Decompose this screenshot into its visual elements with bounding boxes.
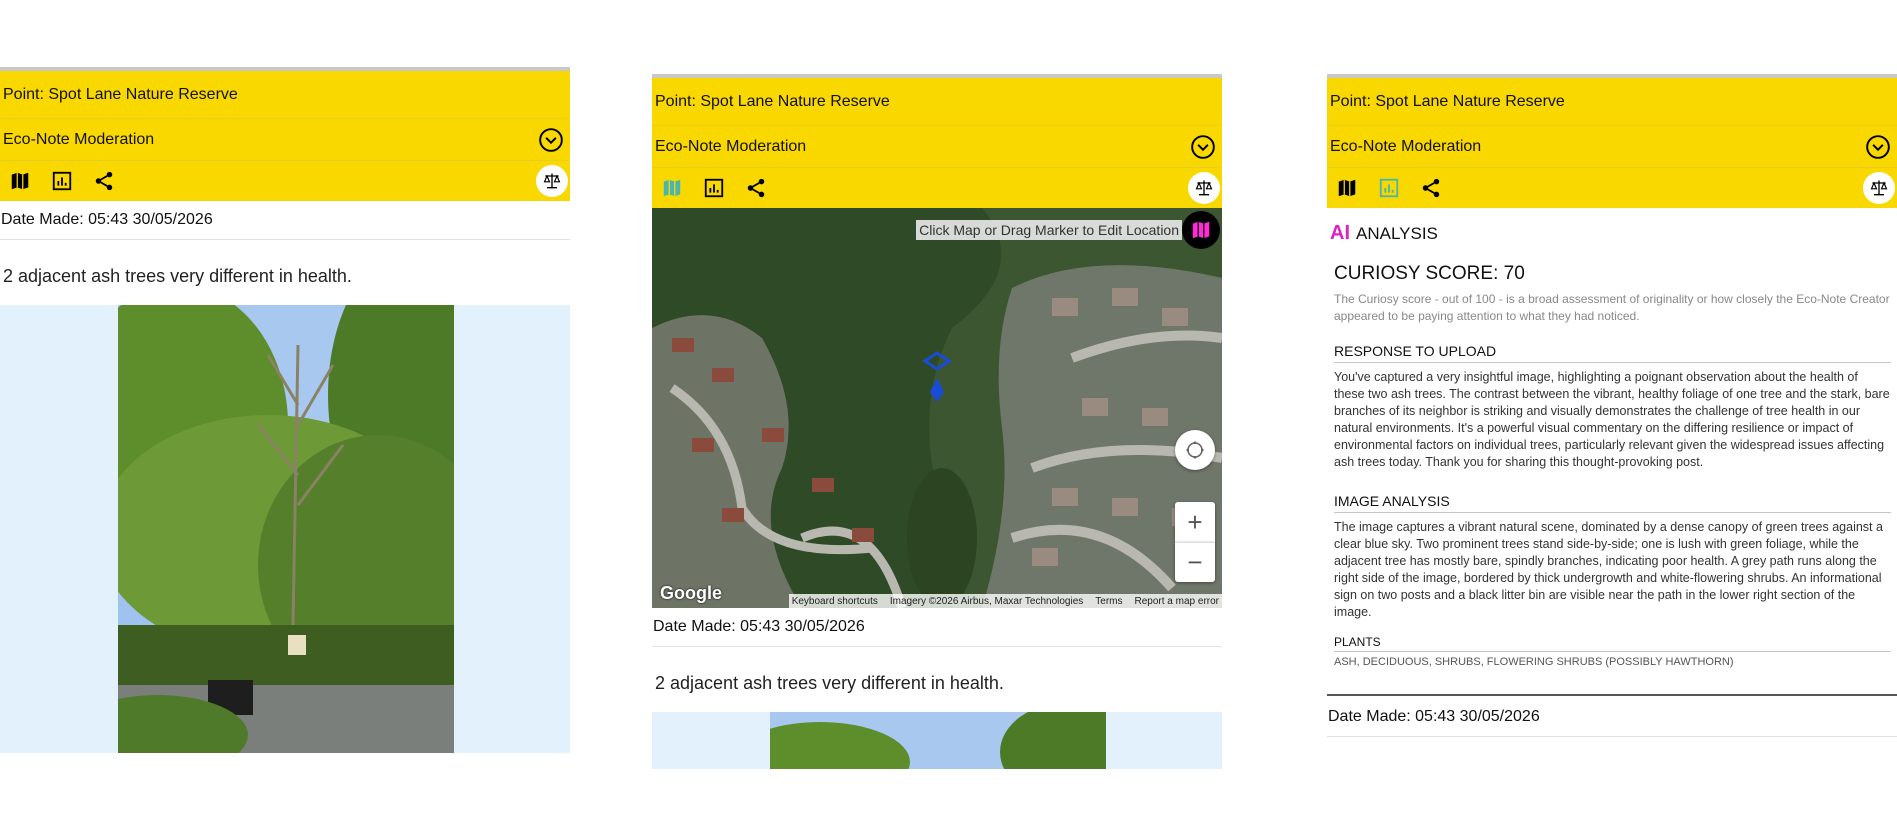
- analytics-icon: [704, 178, 724, 198]
- moderate-button[interactable]: [1188, 172, 1220, 204]
- moderation-label: Eco-Note Moderation: [3, 130, 155, 148]
- map-button[interactable]: [1335, 176, 1359, 200]
- chevron-down-circle-icon[interactable]: [1190, 134, 1216, 160]
- point-title: Point: Spot Lane Nature Reserve: [652, 78, 1222, 126]
- map-icon: [1338, 179, 1356, 197]
- eco-note-caption: 2 adjacent ash trees very different in h…: [655, 673, 1004, 693]
- analysis-heading: AI ANALYSIS: [1327, 208, 1897, 257]
- chevron-down-circle-icon[interactable]: [538, 127, 564, 153]
- map-icon: [1192, 221, 1210, 239]
- curiosity-score: CURIOSY SCORE: 70: [1334, 263, 1525, 284]
- edit-location-button[interactable]: [1182, 211, 1220, 249]
- moderation-row[interactable]: Eco-Note Moderation: [1327, 126, 1897, 168]
- ai-badge: AI: [1330, 222, 1350, 244]
- balance-scale-icon: [1870, 180, 1888, 196]
- share-icon: [95, 171, 113, 191]
- analytics-icon: [1379, 178, 1399, 198]
- terms-link[interactable]: Terms: [1095, 596, 1122, 607]
- header: Point: Spot Lane Nature Reserve Eco-Note…: [0, 71, 570, 201]
- analytics-icon: [52, 171, 72, 191]
- map-button[interactable]: [8, 169, 32, 193]
- moderation-label: Eco-Note Moderation: [655, 137, 807, 155]
- eco-note-photo[interactable]: [770, 712, 1106, 769]
- report-map-error-link[interactable]: Report a map error: [1135, 596, 1219, 607]
- toolbar: [652, 168, 1222, 208]
- moderate-button[interactable]: [1863, 172, 1895, 204]
- point-title: Point: Spot Lane Nature Reserve: [1327, 78, 1897, 126]
- zoom-out-button[interactable]: −: [1175, 542, 1215, 582]
- analytics-button[interactable]: [50, 169, 74, 193]
- image-analysis-body: The image captures a vibrant natural sce…: [1334, 520, 1883, 619]
- plants-heading: PLANTS: [1334, 635, 1891, 652]
- eco-note-caption: 2 adjacent ash trees very different in h…: [3, 266, 352, 286]
- map-footer: Keyboard shortcuts Imagery ©2026 Airbus,…: [788, 594, 1222, 608]
- share-icon: [1422, 178, 1440, 198]
- analytics-button[interactable]: [1377, 176, 1401, 200]
- image-analysis-heading: IMAGE ANALYSIS: [1334, 493, 1891, 513]
- analysis-body: CURIOSY SCORE: 70 The Curiosy score - ou…: [1327, 263, 1897, 668]
- date-made: Date Made: 05:43 30/05/2026: [1327, 696, 1897, 737]
- share-icon: [747, 178, 765, 198]
- balance-scale-icon: [543, 173, 561, 189]
- analytics-button[interactable]: [702, 176, 726, 200]
- map-icon: [663, 179, 681, 197]
- response-heading: RESPONSE TO UPLOAD: [1334, 343, 1891, 363]
- analysis-title: ANALYSIS: [1356, 223, 1438, 243]
- photo-container: [0, 305, 570, 753]
- satellite-map[interactable]: Click Map or Drag Marker to Edit Locatio…: [652, 208, 1222, 608]
- share-button[interactable]: [744, 176, 768, 200]
- plants-list: ASH, DECIDUOUS, SHRUBS, FLOWERING SHRUBS…: [1334, 656, 1734, 668]
- zoom-in-button[interactable]: +: [1175, 502, 1215, 542]
- date-made: Date Made: 05:43 30/05/2026: [652, 608, 1222, 647]
- satellite-imagery: [652, 208, 1222, 608]
- eco-note-panel-map: Point: Spot Lane Nature Reserve Eco-Note…: [652, 74, 1222, 769]
- curiosity-score-note: The Curiosy score - out of 100 - is a br…: [1334, 292, 1890, 323]
- eco-note-panel-photo: Point: Spot Lane Nature Reserve Eco-Note…: [0, 67, 570, 762]
- header: Point: Spot Lane Nature Reserve Eco-Note…: [652, 78, 1222, 208]
- moderation-label: Eco-Note Moderation: [1330, 137, 1482, 155]
- response-body: You've captured a very insightful image,…: [1334, 370, 1890, 469]
- point-title: Point: Spot Lane Nature Reserve: [0, 71, 570, 119]
- map-button[interactable]: [660, 176, 684, 200]
- eco-note-panel-analysis: Point: Spot Lane Nature Reserve Eco-Note…: [1327, 74, 1897, 764]
- keyboard-shortcuts-link[interactable]: Keyboard shortcuts: [792, 596, 878, 607]
- chevron-down-circle-icon[interactable]: [1865, 134, 1891, 160]
- date-made: Date Made: 05:43 30/05/2026: [0, 201, 570, 240]
- moderation-row[interactable]: Eco-Note Moderation: [652, 126, 1222, 168]
- toolbar: [0, 161, 570, 201]
- balance-scale-icon: [1195, 180, 1213, 196]
- moderation-row[interactable]: Eco-Note Moderation: [0, 119, 570, 161]
- moderate-button[interactable]: [536, 165, 568, 197]
- eco-note-photo[interactable]: [118, 305, 454, 753]
- imagery-attribution: Imagery ©2026 Airbus, Maxar Technologies: [889, 595, 1084, 607]
- map-icon: [11, 172, 29, 190]
- header: Point: Spot Lane Nature Reserve Eco-Note…: [1327, 78, 1897, 208]
- photo-container: [652, 712, 1222, 769]
- toolbar: [1327, 168, 1897, 208]
- map-edit-hint: Click Map or Drag Marker to Edit Locatio…: [916, 220, 1182, 240]
- share-button[interactable]: [1419, 176, 1443, 200]
- fullscreen-button[interactable]: [1175, 430, 1215, 470]
- google-logo: Google: [660, 583, 722, 603]
- share-button[interactable]: [92, 169, 116, 193]
- fullscreen-icon: [1186, 441, 1204, 459]
